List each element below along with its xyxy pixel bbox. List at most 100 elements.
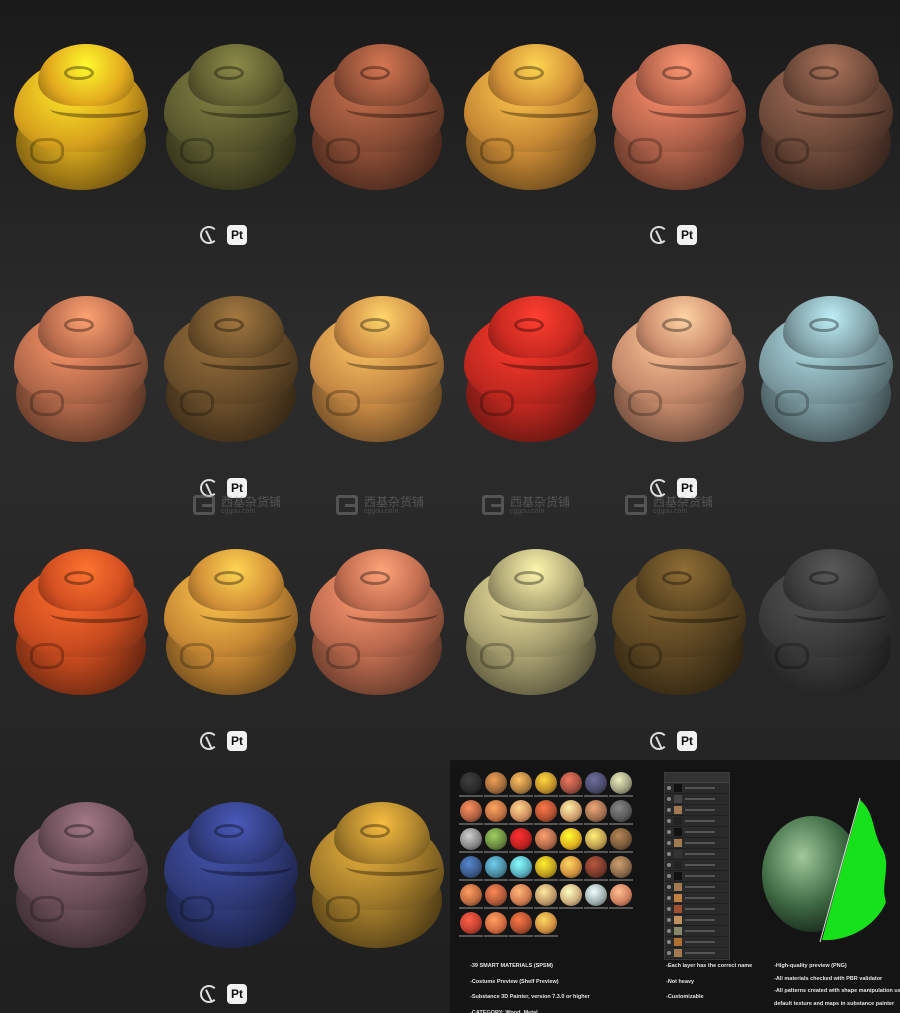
thumbnail-caption: [609, 907, 633, 909]
material-toad-render: [460, 42, 602, 192]
layer-row[interactable]: [665, 794, 729, 805]
feature-line: -All materials checked with PBR validato…: [774, 975, 883, 982]
material-toad-render: [460, 294, 602, 444]
layer-thumbnail: [674, 795, 682, 803]
material-thumbnail: [609, 800, 633, 825]
material-thumbnail: [534, 884, 558, 909]
layer-name: [685, 897, 715, 899]
thumbnail-caption: [459, 935, 483, 937]
layer-row[interactable]: [665, 926, 729, 937]
thumbnail-caption: [584, 823, 608, 825]
thumbnail-caption: [559, 795, 583, 797]
visibility-eye-icon[interactable]: [667, 852, 671, 856]
toad-leg: [30, 390, 64, 416]
toad-leg: [30, 643, 64, 669]
thumbnail-caption: [484, 907, 508, 909]
toad-mouth: [200, 352, 292, 370]
painter-badge: Pt: [677, 225, 697, 245]
visibility-eye-icon[interactable]: [667, 896, 671, 900]
toad-eye: [360, 824, 390, 838]
layer-row[interactable]: [665, 849, 729, 860]
substance-icon: [200, 985, 218, 1003]
layer-row[interactable]: [665, 915, 729, 926]
material-toad-render: [306, 800, 448, 950]
thumbnail-caption: [534, 851, 558, 853]
toad-mouth: [795, 605, 887, 623]
layer-toolbar: [665, 773, 729, 783]
layer-row[interactable]: [665, 937, 729, 948]
visibility-eye-icon[interactable]: [667, 874, 671, 878]
visibility-eye-icon[interactable]: [667, 808, 671, 812]
visibility-eye-icon[interactable]: [667, 907, 671, 911]
info-column-1: -39 SMART MATERIALS (SPSM) -Costume Previ…: [470, 963, 590, 1013]
thumbnail-caption: [609, 823, 633, 825]
toad-mouth: [795, 100, 887, 118]
material-toad-render: [306, 294, 448, 444]
layer-name: [685, 820, 715, 822]
material-toad-render: [755, 547, 897, 697]
layer-row[interactable]: [665, 893, 729, 904]
substance-icon: [200, 226, 218, 244]
layer-name: [685, 952, 715, 954]
material-thumbnail: [484, 772, 508, 797]
watermark: 西基杂货铺 cggou.com: [482, 495, 570, 515]
material-thumbnail: [534, 912, 558, 937]
layer-row[interactable]: [665, 860, 729, 871]
visibility-eye-icon[interactable]: [667, 885, 671, 889]
substance-icon: [650, 226, 668, 244]
visibility-eye-icon[interactable]: [667, 841, 671, 845]
material-thumbnail: [534, 828, 558, 853]
visibility-eye-icon[interactable]: [667, 951, 671, 955]
layer-name: [685, 919, 715, 921]
layer-row[interactable]: [665, 838, 729, 849]
layer-row[interactable]: [665, 783, 729, 794]
visibility-eye-icon[interactable]: [667, 929, 671, 933]
material-thumbnail: [509, 828, 533, 853]
toad-leg: [30, 896, 64, 922]
layer-row[interactable]: [665, 871, 729, 882]
material-thumbnail: [559, 856, 583, 881]
visibility-eye-icon[interactable]: [667, 940, 671, 944]
material-thumbnail: [484, 828, 508, 853]
material-thumbnail: [534, 856, 558, 881]
toad-leg: [180, 390, 214, 416]
toad-eye: [360, 66, 390, 80]
visibility-eye-icon[interactable]: [667, 830, 671, 834]
thumbnail-caption: [559, 907, 583, 909]
feature-line: -All patterns created with shape manipul…: [774, 988, 900, 994]
layer-row[interactable]: [665, 948, 729, 959]
visibility-eye-icon[interactable]: [667, 797, 671, 801]
layer-name: [685, 798, 715, 800]
layer-row[interactable]: [665, 882, 729, 893]
material-thumbnail: [559, 828, 583, 853]
thumbnail-caption: [484, 795, 508, 797]
validator-preview-image: [762, 797, 887, 942]
product-info-panel: -39 SMART MATERIALS (SPSM) -Costume Previ…: [450, 760, 900, 1013]
toad-eye: [64, 318, 94, 332]
toad-leg: [775, 643, 809, 669]
material-thumbnail: [609, 772, 633, 797]
layer-thumbnail: [674, 839, 682, 847]
visibility-eye-icon[interactable]: [667, 786, 671, 790]
toad-mouth: [200, 100, 292, 118]
visibility-eye-icon[interactable]: [667, 819, 671, 823]
visibility-eye-icon[interactable]: [667, 918, 671, 922]
layer-thumbnail: [674, 905, 682, 913]
layer-name: [685, 809, 715, 811]
layer-thumbnail: [674, 850, 682, 858]
layer-thumbnail: [674, 949, 682, 957]
material-toad-render: [608, 294, 750, 444]
toad-eye: [809, 66, 839, 80]
material-thumbnail: [484, 800, 508, 825]
layer-row[interactable]: [665, 904, 729, 915]
toad-eye: [809, 318, 839, 332]
watermark-logo-icon: [336, 495, 358, 515]
painter-badge: Pt: [227, 225, 247, 245]
layer-row[interactable]: [665, 816, 729, 827]
layer-row[interactable]: [665, 827, 729, 838]
toad-mouth: [795, 352, 887, 370]
thumbnail-caption: [509, 907, 533, 909]
layer-row[interactable]: [665, 805, 729, 816]
material-toad-render: [10, 42, 152, 192]
visibility-eye-icon[interactable]: [667, 863, 671, 867]
